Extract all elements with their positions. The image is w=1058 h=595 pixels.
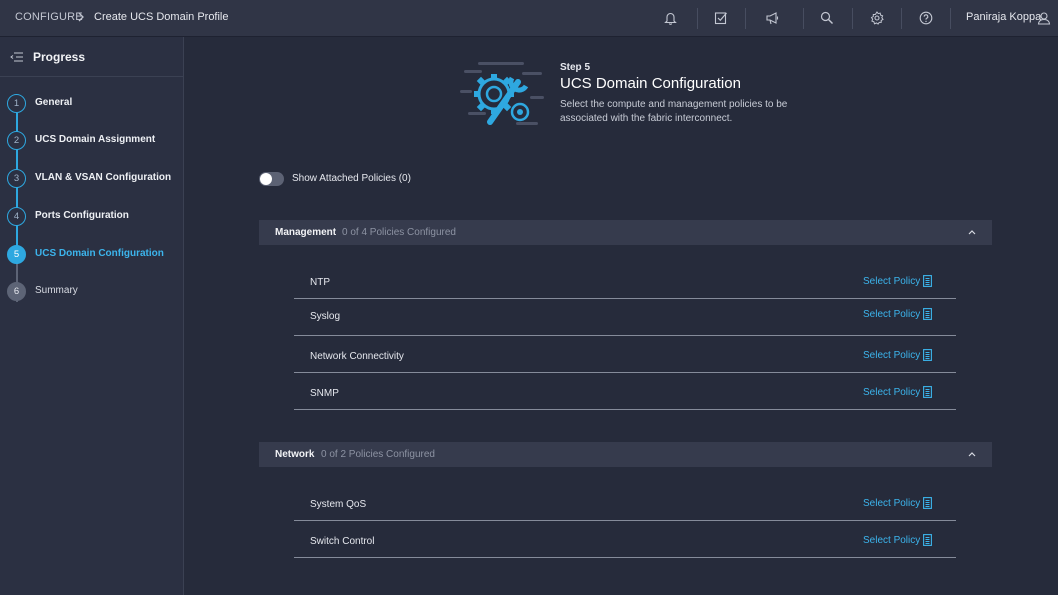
chevron-right-icon <box>78 12 84 22</box>
help-icon[interactable] <box>917 9 935 27</box>
step-number: 4 <box>7 207 26 226</box>
divider <box>950 8 951 29</box>
step-label: Summary <box>35 285 78 296</box>
announcement-megaphone-icon[interactable] <box>763 9 781 27</box>
select-policy-label: Select Policy <box>863 308 921 320</box>
bell-icon[interactable] <box>661 9 679 27</box>
breadcrumb-page: Create UCS Domain Profile <box>94 11 229 23</box>
section-count: 0 of 4 Policies Configured <box>342 227 456 238</box>
policy-document-icon <box>923 275 933 287</box>
step-general[interactable]: 1 General <box>7 94 177 114</box>
select-policy-button[interactable]: Select Policy <box>863 275 933 287</box>
policy-document-icon <box>923 534 933 546</box>
section-header-network[interactable]: Network 0 of 2 Policies Configured <box>259 442 992 467</box>
tasks-check-icon[interactable] <box>712 9 730 27</box>
gear-icon[interactable] <box>868 9 886 27</box>
policy-label: Syslog <box>310 311 341 322</box>
policy-label: System QoS <box>310 499 367 510</box>
chevron-up-icon[interactable] <box>967 450 977 458</box>
toggle-label: Show Attached Policies (0) <box>292 173 411 184</box>
chevron-up-icon[interactable] <box>967 228 977 236</box>
progress-sidebar: Progress 1 General 2 UCS Domain Assignme… <box>0 37 184 595</box>
policy-label: Switch Control <box>310 536 375 547</box>
policy-document-icon <box>923 349 933 361</box>
select-policy-button[interactable]: Select Policy <box>863 497 933 509</box>
policy-row-ntp: NTP Select Policy <box>294 262 956 299</box>
page-title: UCS Domain Configuration <box>560 75 741 92</box>
step-label: UCS Domain Configuration <box>35 248 164 259</box>
step-number: 3 <box>7 169 26 188</box>
page-description: Select the compute and management polici… <box>560 99 788 124</box>
toggle-knob <box>260 173 272 185</box>
step-number: 5 <box>7 245 26 264</box>
configuration-gears-illustration <box>460 62 544 125</box>
step-number: 1 <box>7 94 26 113</box>
select-policy-label: Select Policy <box>863 275 921 287</box>
policy-row-switch-control: Switch Control Select Policy <box>294 521 956 558</box>
policy-label: Network Connectivity <box>310 351 404 362</box>
policy-label: NTP <box>310 277 330 288</box>
divider <box>745 8 746 29</box>
select-policy-label: Select Policy <box>863 534 921 546</box>
divider <box>803 8 804 29</box>
select-policy-button[interactable]: Select Policy <box>863 386 933 398</box>
policy-row-network-connectivity: Network Connectivity Select Policy <box>294 336 956 373</box>
step-number-label: Step 5 <box>560 62 591 73</box>
step-label: General <box>35 97 73 108</box>
divider <box>852 8 853 29</box>
top-bar: CONFIGURE Create UCS Domain Profile Pani… <box>0 0 1058 37</box>
select-policy-button[interactable]: Select Policy <box>863 534 933 546</box>
select-policy-label: Select Policy <box>863 386 921 398</box>
section-header-management[interactable]: Management 0 of 4 Policies Configured <box>259 220 992 245</box>
user-name[interactable]: Paniraja Koppa <box>966 11 1041 23</box>
section-title: Network <box>275 449 315 460</box>
step-number: 6 <box>7 282 26 301</box>
policy-document-icon <box>923 386 933 398</box>
step-ucs-domain-assignment[interactable]: 2 UCS Domain Assignment <box>7 131 177 151</box>
select-policy-label: Select Policy <box>863 349 921 361</box>
step-number: 2 <box>7 131 26 150</box>
sidebar-title: Progress <box>33 50 86 64</box>
step-vlan-vsan-configuration[interactable]: 3 VLAN & VSAN Configuration <box>7 169 177 189</box>
sidebar-header: Progress <box>0 37 183 77</box>
policy-label: SNMP <box>310 388 339 399</box>
policy-document-icon <box>923 497 933 509</box>
step-ports-configuration[interactable]: 4 Ports Configuration <box>7 207 177 227</box>
step-summary[interactable]: 6 Summary <box>7 282 177 302</box>
breadcrumb-root[interactable]: CONFIGURE <box>15 11 83 23</box>
step-label: VLAN & VSAN Configuration <box>35 172 172 183</box>
search-icon[interactable] <box>818 9 836 27</box>
section-title: Management <box>275 227 337 238</box>
divider <box>697 8 698 29</box>
step-label: UCS Domain Assignment <box>35 134 156 145</box>
policy-row-snmp: SNMP Select Policy <box>294 373 956 410</box>
user-icon[interactable] <box>1035 9 1053 27</box>
collapse-menu-icon[interactable] <box>10 51 24 63</box>
select-policy-button[interactable]: Select Policy <box>863 349 933 361</box>
select-policy-button[interactable]: Select Policy <box>863 308 933 320</box>
policy-document-icon <box>923 308 933 320</box>
select-policy-label: Select Policy <box>863 497 921 509</box>
step-label: Ports Configuration <box>35 210 129 221</box>
policy-row-syslog: Syslog Select Policy <box>294 299 956 336</box>
show-attached-policies-toggle[interactable] <box>259 172 284 186</box>
policy-row-system-qos: System QoS Select Policy <box>294 484 956 521</box>
step-ucs-domain-configuration[interactable]: 5 UCS Domain Configuration <box>7 245 177 265</box>
divider <box>901 8 902 29</box>
section-count: 0 of 2 Policies Configured <box>321 449 435 460</box>
